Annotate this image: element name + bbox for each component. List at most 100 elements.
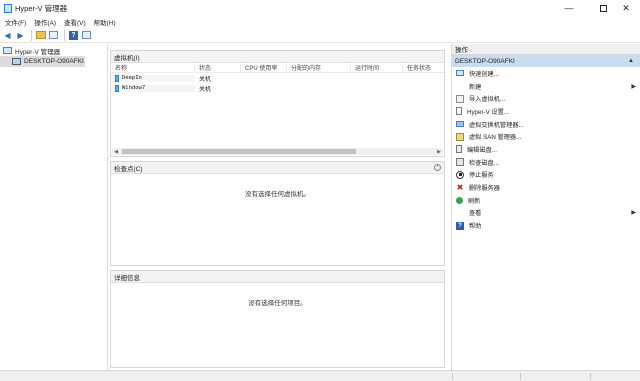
folder-icon [35, 31, 46, 39]
title-bar: Hyper-V 管理器 — ✕ [0, 0, 640, 16]
collapse-icon[interactable]: ⌃ [434, 164, 441, 171]
submenu-arrow-icon: ▶ [631, 210, 636, 217]
minimize-button[interactable]: — [552, 0, 586, 16]
navigation-tree: Hyper-V 管理器 DESKTOP-O90AFKI [0, 44, 108, 370]
action-label: 新建 [469, 83, 482, 91]
toolbar-separator [64, 29, 65, 41]
status-divider [520, 373, 521, 380]
console-tree-icon [49, 31, 58, 39]
table-row[interactable]: Window7 关机 [111, 83, 444, 93]
vm-icon [115, 84, 119, 92]
submenu-arrow-icon: ▶ [631, 83, 636, 90]
action-virtual-switch-manager[interactable]: 虚拟交换机管理器... [452, 118, 640, 131]
menu-help[interactable]: 帮助(H) [90, 17, 120, 27]
status-divider [590, 373, 591, 380]
vm-panel-title: 虚拟机(I) [114, 54, 140, 62]
help-button[interactable]: ? [68, 30, 79, 41]
action-hyperv-settings[interactable]: Hyper-V 设置... [452, 105, 640, 118]
action-label: 查看 [469, 210, 482, 218]
action-quick-create[interactable]: 快速创建... [452, 67, 640, 80]
action-virtual-san-manager[interactable]: 虚拟 SAN 管理器... [452, 130, 640, 143]
actions-section-server[interactable]: DESKTOP-O90AFKI ▲ [452, 55, 640, 67]
action-new[interactable]: 新建 ▶ [452, 80, 640, 93]
column-header-name[interactable]: 名称 [111, 62, 195, 73]
status-divider [452, 373, 453, 380]
action-remove-server[interactable]: ✖ 删除服务器 [452, 181, 640, 194]
checkpoints-empty-message: 没有选择任何虚拟机。 [245, 191, 310, 198]
action-inspect-disk[interactable]: 检查磁盘... [452, 156, 640, 169]
up-folder-button[interactable] [35, 30, 46, 41]
collapse-up-icon[interactable]: ▲ [628, 58, 634, 64]
scroll-right-icon[interactable]: ▶ [435, 149, 443, 155]
minimize-icon: — [564, 3, 574, 13]
menu-file[interactable]: 文件(F) [0, 17, 30, 27]
column-header-cpu[interactable]: CPU 使用率 [241, 62, 287, 73]
hyperv-app-icon [4, 3, 12, 13]
action-stop-service[interactable]: 停止服务 [452, 169, 640, 182]
actions-section-label: DESKTOP-O90AFKI [455, 57, 515, 65]
tree-item-server[interactable]: DESKTOP-O90AFKI [0, 56, 85, 67]
action-label: 快速创建... [469, 70, 499, 78]
maximize-icon [599, 4, 607, 12]
action-view[interactable]: 查看 ▶ [452, 207, 640, 220]
menu-bar: 文件(F) 操作(A) 查看(V) 帮助(H) [0, 16, 640, 28]
back-button[interactable]: ◀ [2, 30, 13, 41]
action-label: 检查磁盘... [469, 159, 499, 167]
actions-pane: 操作 DESKTOP-O90AFKI ▲ 快速创建... 新建 ▶ 导入虚拟机.… [451, 44, 640, 370]
stop-icon [456, 170, 464, 179]
action-edit-disk[interactable]: 编辑磁盘... [452, 143, 640, 156]
vm-panel-header: 虚拟机(I) [111, 51, 444, 63]
details-panel: 详细信息 没有选择任何项目。 [110, 270, 445, 368]
delete-icon: ✖ [456, 183, 464, 193]
checkpoints-panel-title: 检查点(C) [114, 165, 143, 173]
action-import-vm[interactable]: 导入虚拟机... [452, 92, 640, 105]
help-icon: ? [456, 221, 464, 230]
show-tree-button[interactable] [48, 30, 59, 41]
vm-name: Window7 [122, 85, 146, 91]
table-row[interactable]: DeepIn 关机 [111, 73, 444, 83]
inspect-disk-icon [456, 158, 464, 167]
menu-action[interactable]: 操作(A) [30, 17, 60, 27]
vm-state: 关机 [199, 86, 212, 93]
switch-icon [456, 121, 464, 128]
vm-state: 关机 [199, 76, 212, 83]
hyperv-manager-icon [3, 47, 12, 54]
action-refresh[interactable]: 刷新 [452, 194, 640, 207]
vm-column-headers: 名称 状态 CPU 使用率 分配的内存 运行时间 任务状态 [111, 62, 444, 73]
close-button[interactable]: ✕ [612, 0, 640, 16]
column-header-state[interactable]: 状态 [195, 62, 241, 73]
window-title: Hyper-V 管理器 [15, 3, 68, 13]
back-arrow-icon: ◀ [4, 30, 11, 40]
column-header-status[interactable]: 任务状态 [403, 63, 443, 73]
vm-icon [115, 74, 119, 82]
menu-view[interactable]: 查看(V) [60, 17, 90, 27]
action-label: 停止服务 [469, 172, 494, 180]
import-icon [456, 94, 464, 103]
action-label: 虚拟交换机管理器... [469, 121, 524, 129]
monitor-icon [456, 70, 464, 77]
tree-item-hyperv-manager[interactable]: Hyper-V 管理器 [0, 45, 107, 56]
show-action-pane-button[interactable] [81, 30, 92, 41]
horizontal-scrollbar[interactable]: ◀ ▶ [112, 148, 443, 155]
scrollbar-thumb[interactable] [122, 149, 356, 154]
help-icon: ? [69, 30, 78, 40]
actions-pane-header: 操作 [452, 44, 640, 55]
details-empty-message: 没有选择任何项目。 [248, 300, 307, 307]
forward-button[interactable]: ▶ [15, 30, 26, 41]
settings-doc-icon [456, 107, 462, 116]
vm-name: DeepIn [122, 75, 142, 81]
action-label: 刷新 [468, 197, 481, 205]
column-header-memory[interactable]: 分配的内存 [287, 62, 351, 73]
blank-icon [456, 209, 464, 217]
san-icon [456, 132, 464, 141]
column-header-uptime[interactable]: 运行时间 [351, 62, 403, 73]
scroll-left-icon[interactable]: ◀ [112, 149, 120, 155]
tree-root-label: Hyper-V 管理器 [15, 48, 61, 56]
action-label: 帮助 [469, 223, 482, 231]
action-help[interactable]: ? 帮助 [452, 219, 640, 232]
checkpoints-panel-header: 检查点(C) ⌃ [111, 162, 444, 174]
vm-name-cell: DeepIn [111, 74, 195, 82]
tree-child-label: DESKTOP-O90AFKI [24, 58, 84, 65]
status-bar [0, 370, 640, 381]
computer-icon [12, 58, 21, 65]
